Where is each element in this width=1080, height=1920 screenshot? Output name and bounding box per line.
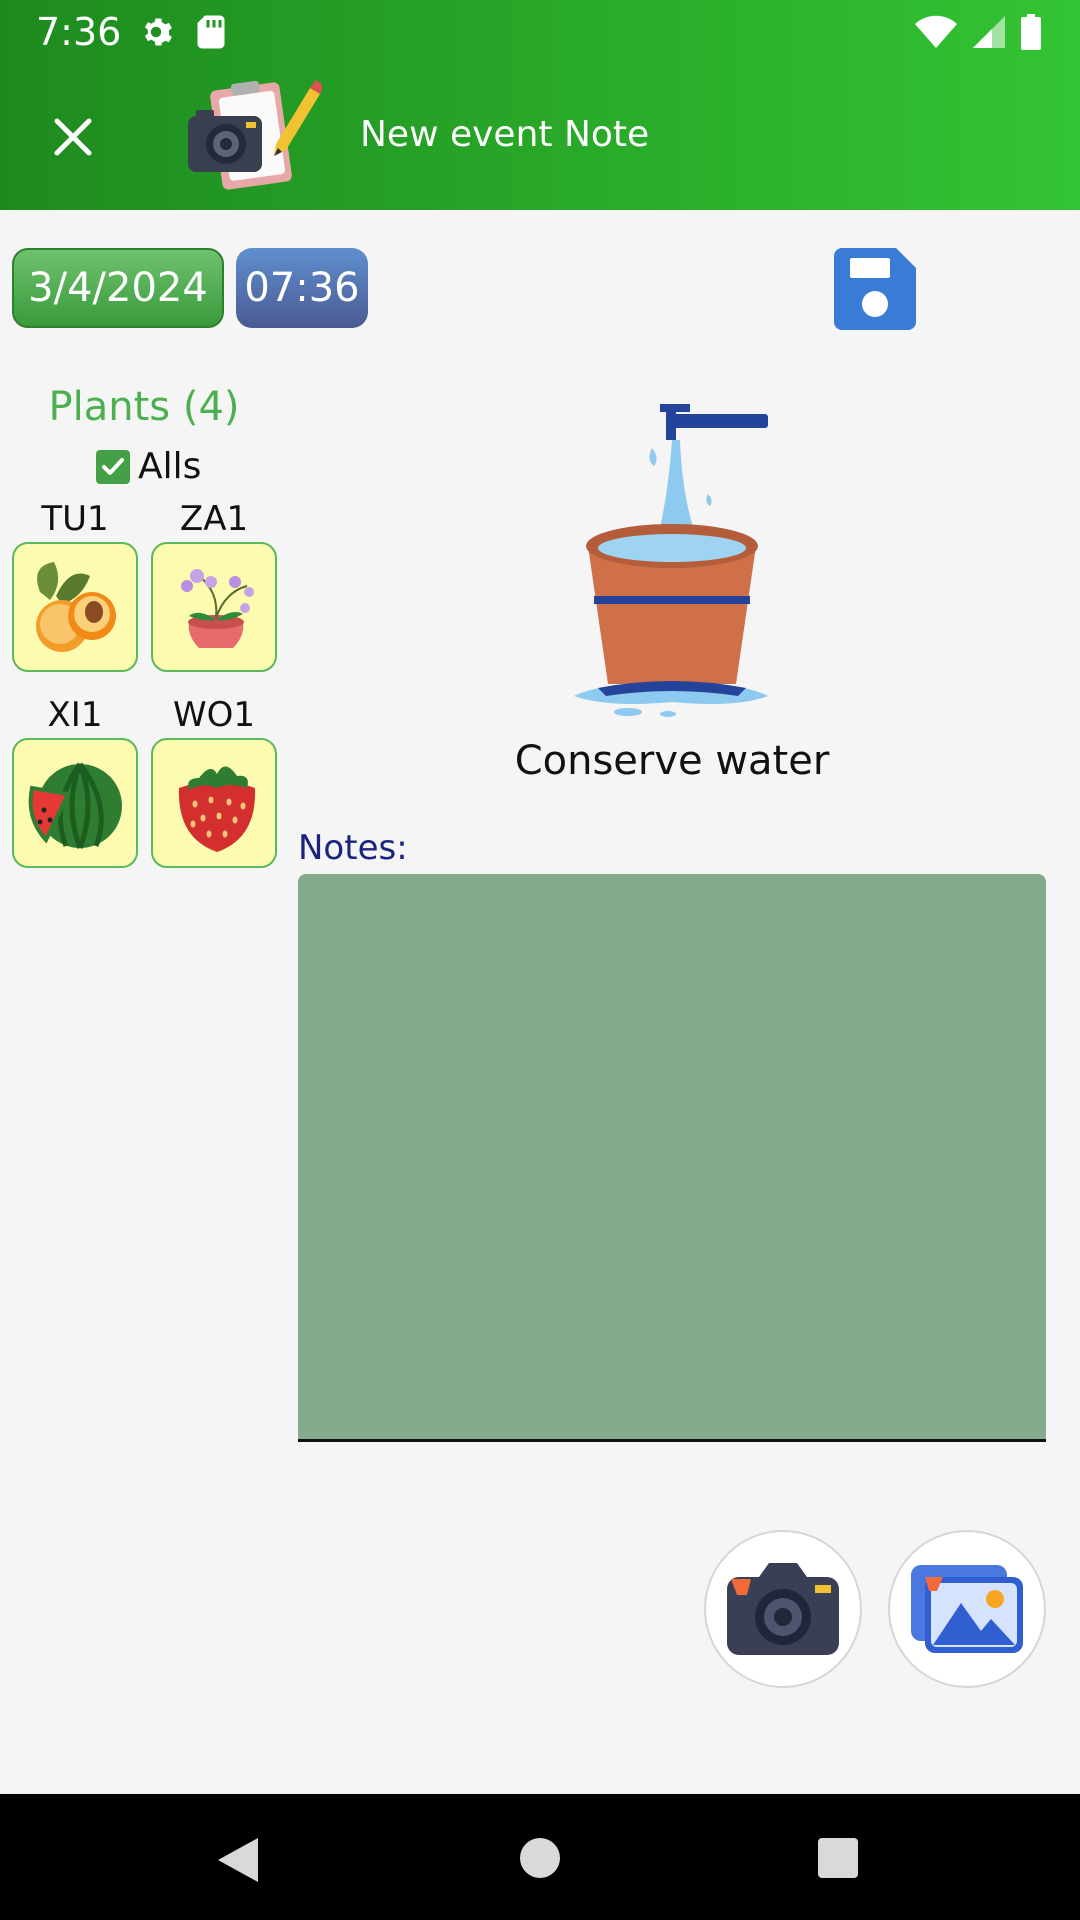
faucet-pot-water-icon xyxy=(574,404,768,717)
back-triangle-icon[interactable] xyxy=(216,1836,260,1884)
gear-icon xyxy=(144,18,172,46)
recent-square-icon[interactable] xyxy=(818,1838,858,1878)
signal-icon xyxy=(973,16,1005,48)
plant-label: ZA1 xyxy=(179,499,249,539)
plant-tile[interactable] xyxy=(12,738,138,868)
alls-label: Alls xyxy=(138,446,202,487)
status-left-icons xyxy=(138,14,226,50)
orchid-pot-icon xyxy=(181,569,254,648)
plant-item-wo1[interactable]: WO1 xyxy=(151,692,277,868)
event-name: Conserve water xyxy=(514,738,830,784)
sd-card-icon xyxy=(197,15,225,49)
floppy-disk-icon[interactable] xyxy=(834,248,916,330)
apricot-icon xyxy=(36,562,116,652)
wifi-icon xyxy=(915,15,957,49)
page-title: New event Note xyxy=(360,114,650,155)
alls-checkbox-row[interactable]: Alls xyxy=(96,446,201,487)
plant-tile[interactable] xyxy=(151,738,277,868)
plant-label: XI1 xyxy=(47,695,103,735)
plants-title: Plants (4) xyxy=(48,384,240,430)
notes-textarea[interactable] xyxy=(298,874,1046,1442)
status-right-icons xyxy=(914,14,1042,50)
camera-clipboard-pencil-icon xyxy=(188,80,322,190)
notes-label: Notes: xyxy=(298,828,408,868)
home-circle-icon[interactable] xyxy=(520,1838,560,1878)
app-bar: 7:36 New event Note xyxy=(0,0,1080,210)
plant-item-xi1[interactable]: XI1 xyxy=(12,692,138,868)
strawberry-icon xyxy=(178,766,256,852)
plant-tile[interactable] xyxy=(12,542,138,672)
close-icon xyxy=(54,118,92,156)
date-button[interactable]: 3/4/2024 xyxy=(12,248,224,328)
plant-label: WO1 xyxy=(172,695,255,735)
gallery-button[interactable] xyxy=(888,1530,1046,1688)
plant-label: TU1 xyxy=(41,499,109,539)
battery-icon xyxy=(1021,14,1041,50)
plant-tile[interactable] xyxy=(151,542,277,672)
gallery-icon xyxy=(911,1565,1023,1653)
watermelon-icon xyxy=(28,762,122,849)
camera-icon xyxy=(727,1563,839,1655)
checkbox-checked-icon[interactable] xyxy=(96,449,130,484)
status-time: 7:36 xyxy=(36,10,122,54)
plant-item-tu1[interactable]: TU1 xyxy=(12,496,138,672)
plant-item-za1[interactable]: ZA1 xyxy=(151,496,277,672)
time-button[interactable]: 07:36 xyxy=(236,248,368,328)
camera-button[interactable] xyxy=(704,1530,862,1688)
close-button[interactable] xyxy=(40,104,106,170)
